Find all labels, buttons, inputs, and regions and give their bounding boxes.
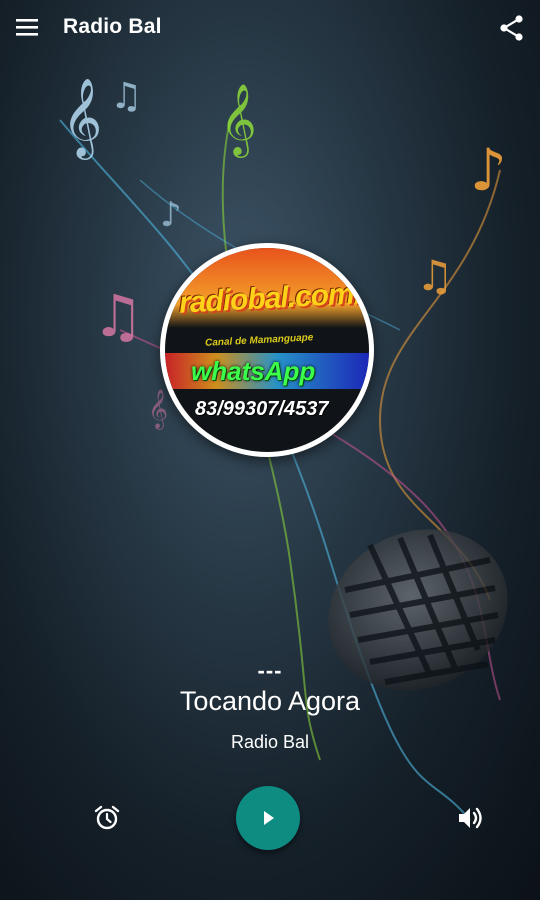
hamburger-menu-icon[interactable] <box>14 14 42 42</box>
svg-text:♫: ♫ <box>110 76 142 117</box>
svg-text:♫: ♫ <box>416 251 454 300</box>
track-title: --- <box>257 658 283 683</box>
volume-icon[interactable] <box>455 803 485 833</box>
svg-text:𝄞: 𝄞 <box>220 82 257 158</box>
svg-text:♪: ♪ <box>470 136 507 204</box>
play-button[interactable] <box>236 786 300 850</box>
svg-text:𝄞: 𝄞 <box>62 78 102 160</box>
station-logo: radiobal.com.br Canal de Mamanguape what… <box>160 243 374 457</box>
app-title: Radio Bal <box>63 15 162 38</box>
logo-phone-text: 83/99307/4537 <box>195 398 329 420</box>
svg-text:♫: ♫ <box>92 282 144 350</box>
alarm-clock-icon[interactable] <box>92 803 122 833</box>
station-name: Radio Bal <box>230 732 310 752</box>
logo-subtitle-text: Canal de Mamanguape <box>204 332 314 349</box>
play-icon <box>264 811 274 825</box>
app-bar: Radio Bal <box>0 0 540 56</box>
svg-text:♪: ♪ <box>160 195 182 235</box>
logo-whatsapp-text: whatsApp <box>191 356 316 386</box>
now-playing-label: Tocando Agora <box>179 686 361 716</box>
player-controls <box>0 785 540 850</box>
svg-text:𝄞: 𝄞 <box>148 389 168 430</box>
share-icon[interactable] <box>498 14 526 42</box>
station-logo-image: radiobal.com.br Canal de Mamanguape what… <box>165 248 369 452</box>
